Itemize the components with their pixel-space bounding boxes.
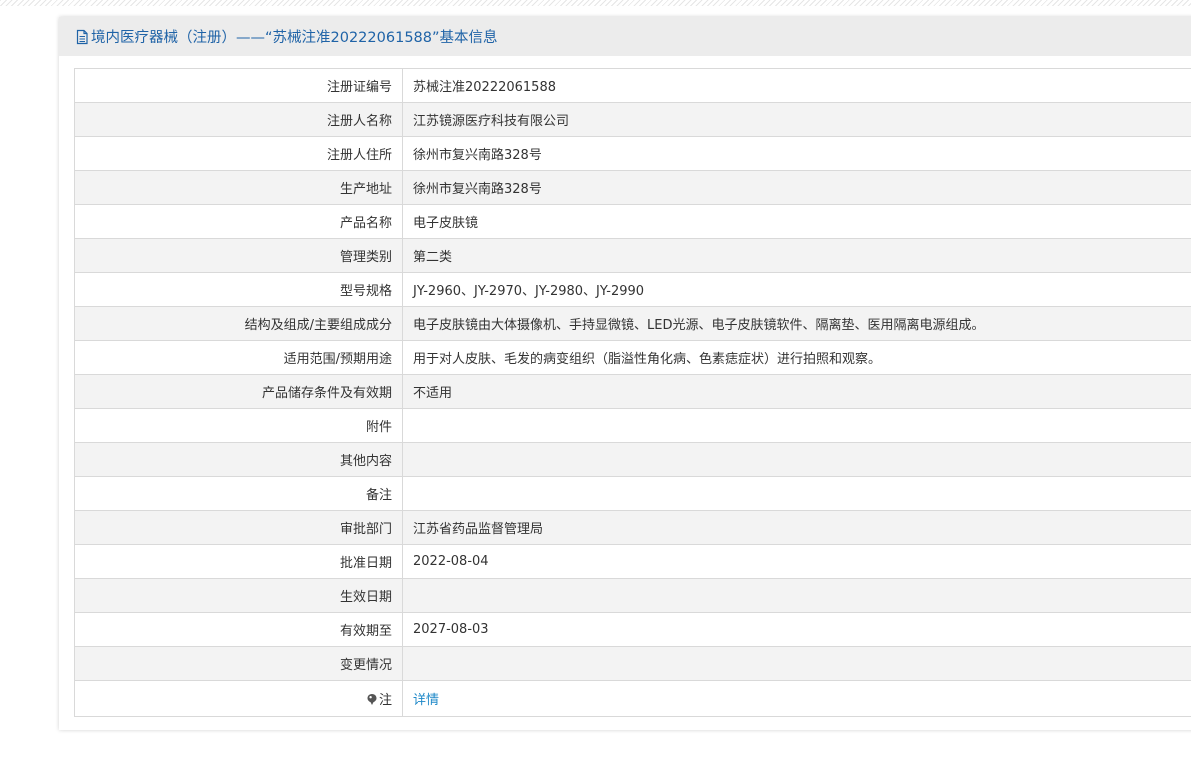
- table-row-product-name: 产品名称 电子皮肤镜: [74, 204, 1191, 239]
- table-row-registrant-name: 注册人名称 江苏镜源医疗科技有限公司: [74, 102, 1191, 137]
- note-label: 注: [378, 693, 392, 708]
- table-row-note: 注 详情: [74, 680, 1191, 717]
- table-row-scope-intended-use: 适用范围/预期用途 用于对人皮肤、毛发的病变组织（脂溢性角化病、色素痣症状）进行拍…: [74, 340, 1191, 375]
- row-label: 其他内容: [74, 442, 403, 477]
- row-label: 产品储存条件及有效期: [74, 374, 403, 409]
- basic-info-table: 注册证编号 苏械注准20222061588 注册人名称 江苏镜源医疗科技有限公司 注册人…: [74, 68, 1191, 717]
- table-row-valid-until: 有效期至 2027-08-03: [74, 612, 1191, 647]
- table-row-change-status: 变更情况: [74, 646, 1191, 681]
- row-label: 注册人住所: [74, 136, 403, 171]
- row-label: 附件: [74, 408, 403, 443]
- table-row-production-address: 生产地址 徐州市复兴南路328号: [74, 170, 1191, 205]
- row-value: [402, 578, 1191, 613]
- row-label: 生效日期: [74, 578, 403, 613]
- row-value: 第二类: [402, 238, 1191, 273]
- row-label: 有效期至: [74, 612, 403, 647]
- note-value-cell: 详情: [402, 680, 1191, 717]
- row-value: 不适用: [402, 374, 1191, 409]
- row-label: 管理类别: [74, 238, 403, 273]
- panel-header: 境内医疗器械（注册）——“苏械注准20222061588”基本信息: [59, 17, 1191, 56]
- row-value: 2022-08-04: [402, 544, 1191, 579]
- table-row-model-spec: 型号规格 JY-2960、JY-2970、JY-2980、JY-2990: [74, 272, 1191, 307]
- row-label: 批准日期: [74, 544, 403, 579]
- row-label: 适用范围/预期用途: [74, 340, 403, 375]
- row-value: 江苏省药品监督管理局: [402, 510, 1191, 545]
- table-row-approval-date: 批准日期 2022-08-04: [74, 544, 1191, 579]
- row-label: 变更情况: [74, 646, 403, 681]
- pin-icon: [366, 693, 378, 706]
- table-row-registration-number: 注册证编号 苏械注准20222061588: [74, 68, 1191, 103]
- row-label: 备注: [74, 476, 403, 511]
- table-row-storage-validity: 产品储存条件及有效期 不适用: [74, 374, 1191, 409]
- table-row-management-category: 管理类别 第二类: [74, 238, 1191, 273]
- row-label: 产品名称: [74, 204, 403, 239]
- row-value: 徐州市复兴南路328号: [402, 136, 1191, 171]
- table-row-approval-department: 审批部门 江苏省药品监督管理局: [74, 510, 1191, 545]
- row-value: [402, 646, 1191, 681]
- row-value: 苏械注准20222061588: [402, 68, 1191, 103]
- table-row-attachments: 附件: [74, 408, 1191, 443]
- row-label: 注册证编号: [74, 68, 403, 103]
- top-decorative-stripe: [0, 0, 1191, 6]
- table-row-registrant-address: 注册人住所 徐州市复兴南路328号: [74, 136, 1191, 171]
- info-panel: 境内医疗器械（注册）——“苏械注准20222061588”基本信息 注册证编号苏…: [59, 17, 1191, 730]
- row-value: 用于对人皮肤、毛发的病变组织（脂溢性角化病、色素痣症状）进行拍照和观察。: [402, 340, 1191, 375]
- row-value: [402, 408, 1191, 443]
- detail-link[interactable]: 详情: [413, 693, 439, 708]
- row-value: 电子皮肤镜: [402, 204, 1191, 239]
- row-value: 徐州市复兴南路328号: [402, 170, 1191, 205]
- document-icon: [74, 29, 90, 45]
- row-value: 江苏镜源医疗科技有限公司: [402, 102, 1191, 137]
- row-label: 型号规格: [74, 272, 403, 307]
- row-label: 审批部门: [74, 510, 403, 545]
- row-value: 电子皮肤镜由大体摄像机、手持显微镜、LED光源、电子皮肤镜软件、隔离垫、医用隔离…: [402, 306, 1191, 341]
- table-row-effective-date: 生效日期: [74, 578, 1191, 613]
- row-label: 生产地址: [74, 170, 403, 205]
- table-row-remarks: 备注: [74, 476, 1191, 511]
- panel-title: 境内医疗器械（注册）——“苏械注准20222061588”基本信息: [91, 30, 498, 46]
- note-label-cell: 注: [74, 680, 403, 717]
- row-value: JY-2960、JY-2970、JY-2980、JY-2990: [402, 272, 1191, 307]
- row-value: [402, 442, 1191, 477]
- table-row-structure-composition: 结构及组成/主要组成成分 电子皮肤镜由大体摄像机、手持显微镜、LED光源、电子皮肤…: [74, 306, 1191, 341]
- table-row-other-content: 其他内容: [74, 442, 1191, 477]
- row-value: 2027-08-03: [402, 612, 1191, 647]
- row-label: 结构及组成/主要组成成分: [74, 306, 403, 341]
- row-value: [402, 476, 1191, 511]
- row-label: 注册人名称: [74, 102, 403, 137]
